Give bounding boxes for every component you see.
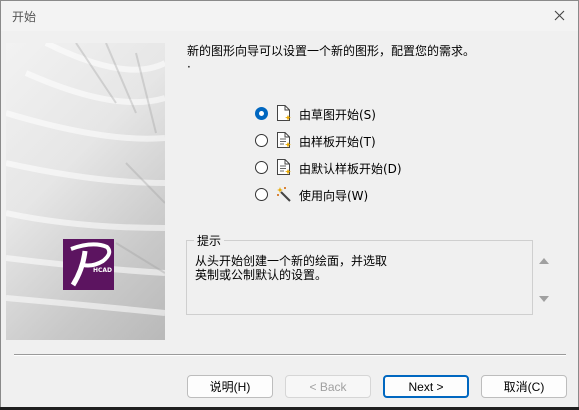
hint-line: 从头开始创建一个新的绘面，并选取	[195, 254, 388, 268]
radio-start-from-default-template[interactable]	[255, 161, 268, 174]
option-label: 由默认样板开始(D)	[299, 162, 402, 176]
radio-start-from-scratch[interactable]	[255, 107, 268, 120]
description-bullet: ·	[187, 60, 191, 74]
help-button[interactable]: 说明(H)	[187, 375, 273, 398]
wizard-side-image: HCAD	[6, 43, 165, 340]
wizard-description: 新的图形向导可以设置一个新的图形，配置您的需求。 ·	[187, 43, 475, 75]
description-line: 新的图形向导可以设置一个新的图形，配置您的需求。	[187, 44, 476, 58]
logo-text: HCAD	[92, 267, 112, 274]
hint-line: 英制或公制默认的设置。	[195, 268, 328, 282]
cancel-button[interactable]: 取消(C)	[481, 375, 567, 398]
radio-use-wizard[interactable]	[255, 188, 268, 201]
radio-start-from-template[interactable]	[255, 134, 268, 147]
decorative-spiral-graphic	[6, 43, 165, 316]
app-logo: HCAD	[63, 239, 114, 290]
start-dialog: 开始 HCAD 新的图形向导可以设置一个新的图形，配置您的需求。 · 由草图开始…	[0, 0, 579, 408]
title-bar: 开始	[1, 1, 578, 31]
default-template-icon	[276, 158, 292, 176]
option-start-from-scratch[interactable]: 由草图开始(S)	[255, 104, 475, 124]
p-logo-icon	[70, 242, 112, 287]
next-button[interactable]: Next >	[383, 375, 469, 398]
option-use-wizard[interactable]: 使用向导(W)	[255, 185, 475, 205]
blank-document-icon	[276, 104, 292, 122]
option-label: 由草图开始(S)	[299, 108, 376, 122]
hint-legend: 提示	[194, 232, 225, 249]
option-label: 使用向导(W)	[299, 189, 369, 203]
hint-text: 从头开始创建一个新的绘面，并选取 英制或公制默认的设置。	[195, 254, 387, 282]
close-button[interactable]	[548, 5, 572, 27]
wizard-wand-icon	[276, 185, 292, 203]
option-start-from-default-template[interactable]: 由默认样板开始(D)	[255, 158, 475, 178]
option-label: 由样板开始(T)	[299, 135, 376, 149]
close-icon	[554, 10, 565, 21]
option-start-from-template[interactable]: 由样板开始(T)	[255, 131, 475, 151]
scroll-up-arrow-icon[interactable]	[539, 257, 549, 265]
back-button[interactable]: < Back	[285, 375, 371, 398]
footer-separator	[14, 354, 566, 356]
template-document-icon	[276, 131, 292, 149]
window-title: 开始	[12, 10, 37, 24]
scroll-down-arrow-icon[interactable]	[539, 295, 549, 303]
